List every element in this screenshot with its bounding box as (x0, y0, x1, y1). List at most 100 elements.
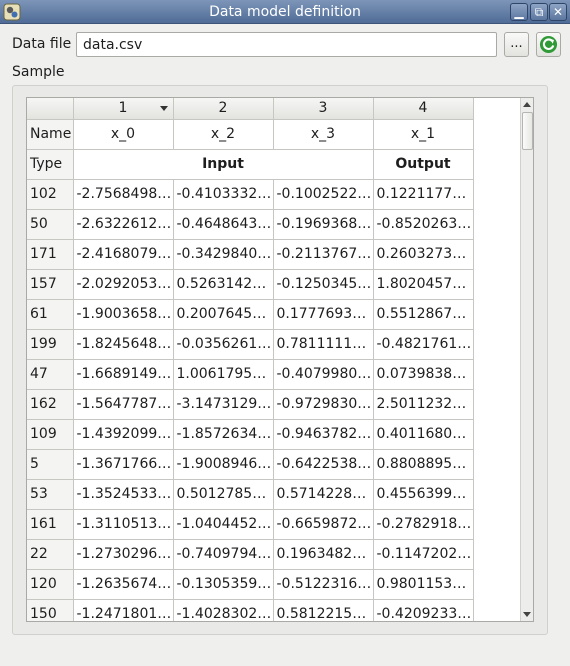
table-cell[interactable]: -0.6422538… (273, 449, 374, 480)
row-header[interactable]: 109 (27, 419, 74, 450)
table-cell[interactable]: -1.2635674… (73, 569, 174, 600)
browse-button[interactable]: ... (504, 32, 529, 57)
table-cell[interactable]: 0.5263142… (173, 269, 274, 300)
table-cell[interactable]: -0.7409794… (173, 539, 274, 570)
row-header[interactable]: 171 (27, 239, 74, 270)
column-header-3[interactable]: 3 (273, 98, 374, 120)
table-cell[interactable]: -2.0292053… (73, 269, 174, 300)
table-cell[interactable]: 0.4011680… (373, 419, 474, 450)
row-header[interactable]: 150 (27, 599, 74, 621)
table-cell[interactable]: -2.7568498… (73, 179, 174, 210)
table-cell[interactable]: -0.5122316… (273, 569, 374, 600)
output-type-cell[interactable]: Output (373, 149, 474, 180)
table-cell[interactable]: -0.4648643… (173, 209, 274, 240)
table-cell[interactable]: 0.5012785… (173, 479, 274, 510)
reload-button[interactable] (536, 32, 561, 57)
row-header[interactable]: 50 (27, 209, 74, 240)
minimize-button[interactable]: ▁ (510, 3, 528, 21)
table-cell[interactable]: 1.8020457… (373, 269, 474, 300)
table-cell[interactable]: -2.4168079… (73, 239, 174, 270)
row-header[interactable]: 199 (27, 329, 74, 360)
table-cell[interactable]: -0.4079980… (273, 359, 374, 390)
table-cell[interactable]: 0.1777693… (273, 299, 374, 330)
title-bar[interactable]: Data model definition ▁ ⧉ ✕ (0, 0, 570, 24)
sample-table[interactable]: 1 2 3 4 Name x_0 x_2 x_3 x_1 Type Input (26, 97, 534, 622)
table-cell[interactable]: -0.9729830… (273, 389, 374, 420)
table-cell[interactable]: 0.4556399… (373, 479, 474, 510)
table-cell[interactable]: -0.4821761… (373, 329, 474, 360)
table-cell[interactable]: -0.2782918… (373, 509, 474, 540)
type-row-header[interactable]: Type (27, 149, 74, 180)
table-cell[interactable]: -1.3524533… (73, 479, 174, 510)
table-cell[interactable]: -2.6322612… (73, 209, 174, 240)
table-cell[interactable]: -1.8572634… (173, 419, 274, 450)
table-cell[interactable]: -1.9008946… (173, 449, 274, 480)
maximize-button[interactable]: ⧉ (530, 3, 548, 21)
column-header-1[interactable]: 1 (73, 98, 174, 120)
table-cell[interactable]: -0.4103332… (173, 179, 274, 210)
table-cell[interactable]: -1.3110513… (73, 509, 174, 540)
table-cell[interactable]: -0.2113767… (273, 239, 374, 270)
row-header[interactable]: 162 (27, 389, 74, 420)
scroll-down-button[interactable] (521, 608, 534, 621)
variable-name-cell[interactable]: x_0 (73, 119, 174, 150)
table-corner[interactable] (27, 98, 74, 120)
table-cell[interactable]: 0.5512867… (373, 299, 474, 330)
table-cell[interactable]: -0.4209233… (373, 599, 474, 621)
table-cell[interactable]: -0.8520263… (373, 209, 474, 240)
table-cell[interactable]: -0.1002522… (273, 179, 374, 210)
row-header[interactable]: 5 (27, 449, 74, 480)
table-cell[interactable]: 0.0739838… (373, 359, 474, 390)
table-cell[interactable]: -1.2730296… (73, 539, 174, 570)
row-header[interactable]: 161 (27, 509, 74, 540)
table-cell[interactable]: -1.4392099… (73, 419, 174, 450)
row-header[interactable]: 157 (27, 269, 74, 300)
table-cell[interactable]: 0.1963482… (273, 539, 374, 570)
row-header[interactable]: 102 (27, 179, 74, 210)
table-cell[interactable]: -1.6689149… (73, 359, 174, 390)
row-header[interactable]: 120 (27, 569, 74, 600)
table-cell[interactable]: -0.6659872… (273, 509, 374, 540)
table-cell[interactable]: 0.5714228… (273, 479, 374, 510)
table-cell[interactable]: 0.7811111… (273, 329, 374, 360)
table-cell[interactable]: -0.1305359… (173, 569, 274, 600)
variable-name-cell[interactable]: x_1 (373, 119, 474, 150)
table-cell[interactable]: 0.5812215… (273, 599, 374, 621)
table-cell[interactable]: 0.2603273… (373, 239, 474, 270)
table-cell[interactable]: -1.8245648… (73, 329, 174, 360)
column-header-2[interactable]: 2 (173, 98, 274, 120)
row-header[interactable]: 22 (27, 539, 74, 570)
table-cell[interactable]: -1.5647787… (73, 389, 174, 420)
table-cell[interactable]: -1.4028302… (173, 599, 274, 621)
close-button[interactable]: ✕ (549, 3, 567, 21)
column-header-4[interactable]: 4 (373, 98, 474, 120)
row-header[interactable]: 53 (27, 479, 74, 510)
row-header[interactable]: 61 (27, 299, 74, 330)
row-header[interactable]: 47 (27, 359, 74, 390)
table-cell[interactable]: 1.0061795… (173, 359, 274, 390)
table-cell[interactable]: -1.2471801… (73, 599, 174, 621)
table-cell[interactable]: 0.9801153… (373, 569, 474, 600)
table-cell[interactable]: -1.9003658… (73, 299, 174, 330)
table-cell[interactable]: 0.8808895… (373, 449, 474, 480)
input-type-cell[interactable]: Input (73, 149, 374, 180)
table-cell[interactable]: -0.1250345… (273, 269, 374, 300)
scroll-up-button[interactable] (521, 98, 534, 111)
table-cell[interactable]: 2.5011232… (373, 389, 474, 420)
variable-name-cell[interactable]: x_2 (173, 119, 274, 150)
table-cell[interactable]: -0.3429840… (173, 239, 274, 270)
table-cell[interactable]: -1.0404452… (173, 509, 274, 540)
table-cell[interactable]: 0.2007645… (173, 299, 274, 330)
table-cell[interactable]: -0.0356261… (173, 329, 274, 360)
name-row-header[interactable]: Name (27, 119, 74, 150)
table-cell[interactable]: -1.3671766… (73, 449, 174, 480)
table-vertical-scrollbar[interactable] (520, 98, 533, 621)
scroll-thumb[interactable] (522, 112, 533, 150)
table-cell[interactable]: 0.1221177… (373, 179, 474, 210)
data-file-input[interactable] (76, 32, 497, 57)
variable-name-cell[interactable]: x_3 (273, 119, 374, 150)
table-cell[interactable]: -0.1147202… (373, 539, 474, 570)
table-cell[interactable]: -0.1969368… (273, 209, 374, 240)
table-cell[interactable]: -3.1473129… (173, 389, 274, 420)
table-cell[interactable]: -0.9463782… (273, 419, 374, 450)
